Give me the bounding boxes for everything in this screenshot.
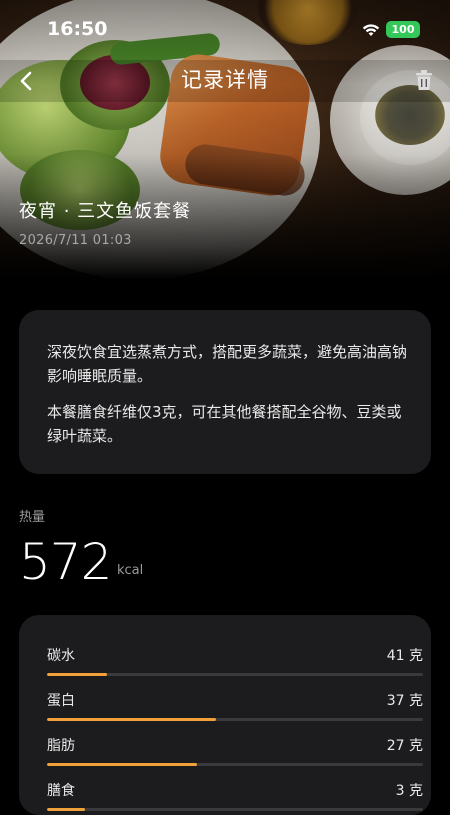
nutrient-progress-fill bbox=[47, 763, 198, 766]
calories-value: 572 bbox=[19, 533, 112, 591]
nutrient-amount: 27 克 bbox=[386, 738, 423, 754]
meal-datetime: 2026/7/11 01:03 bbox=[19, 233, 132, 248]
meal-name: 夜宵 · 三文鱼饭套餐 bbox=[19, 201, 192, 222]
nutrient-progress-fill bbox=[47, 808, 85, 811]
nutrient-name: 碳水 bbox=[47, 648, 75, 664]
trash-icon[interactable] bbox=[410, 66, 438, 94]
nutrient-amount: 41 克 bbox=[386, 648, 423, 664]
nutrient-progress-track bbox=[47, 673, 423, 676]
status-bar: 16:50 100 bbox=[0, 0, 450, 56]
page-title: 记录详情 bbox=[181, 68, 269, 92]
nutrient-progress-fill bbox=[47, 673, 108, 676]
nutrient-amount: 37 克 bbox=[386, 693, 423, 709]
nutrient-progress-fill bbox=[47, 718, 217, 721]
nutrient-name: 蛋白 bbox=[47, 693, 75, 709]
advice-text: 本餐膳食纤维仅3克，可在其他餐搭配全谷物、豆类或绿叶蔬菜。 bbox=[47, 403, 402, 445]
advice-text: 深夜饮食宜选蒸煮方式，搭配更多蔬菜，避免高油高钠影响睡眠质量。 bbox=[47, 343, 408, 385]
wifi-icon bbox=[362, 24, 380, 36]
battery-indicator: 100 bbox=[386, 21, 420, 38]
nutrient-progress-track bbox=[47, 718, 423, 721]
nutrient-name: 膳食 bbox=[47, 783, 75, 799]
advice-card: 深夜饮食宜选蒸煮方式，搭配更多蔬菜，避免高油高钠影响睡眠质量。 本餐膳食纤维仅3… bbox=[19, 310, 431, 474]
nutrient-progress-track bbox=[47, 808, 423, 811]
nutrients-card: 碳水 41 克 蛋白 37 克 脂肪 27 克 膳食 3 克 bbox=[19, 615, 431, 815]
nutrient-progress-track bbox=[47, 763, 423, 766]
nutrient-amount: 3 克 bbox=[395, 783, 423, 799]
nutrient-name: 脂肪 bbox=[47, 738, 75, 754]
status-time: 16:50 bbox=[47, 18, 108, 40]
calories-unit: kcal bbox=[117, 563, 144, 578]
calories-label: 热量 bbox=[19, 510, 46, 525]
